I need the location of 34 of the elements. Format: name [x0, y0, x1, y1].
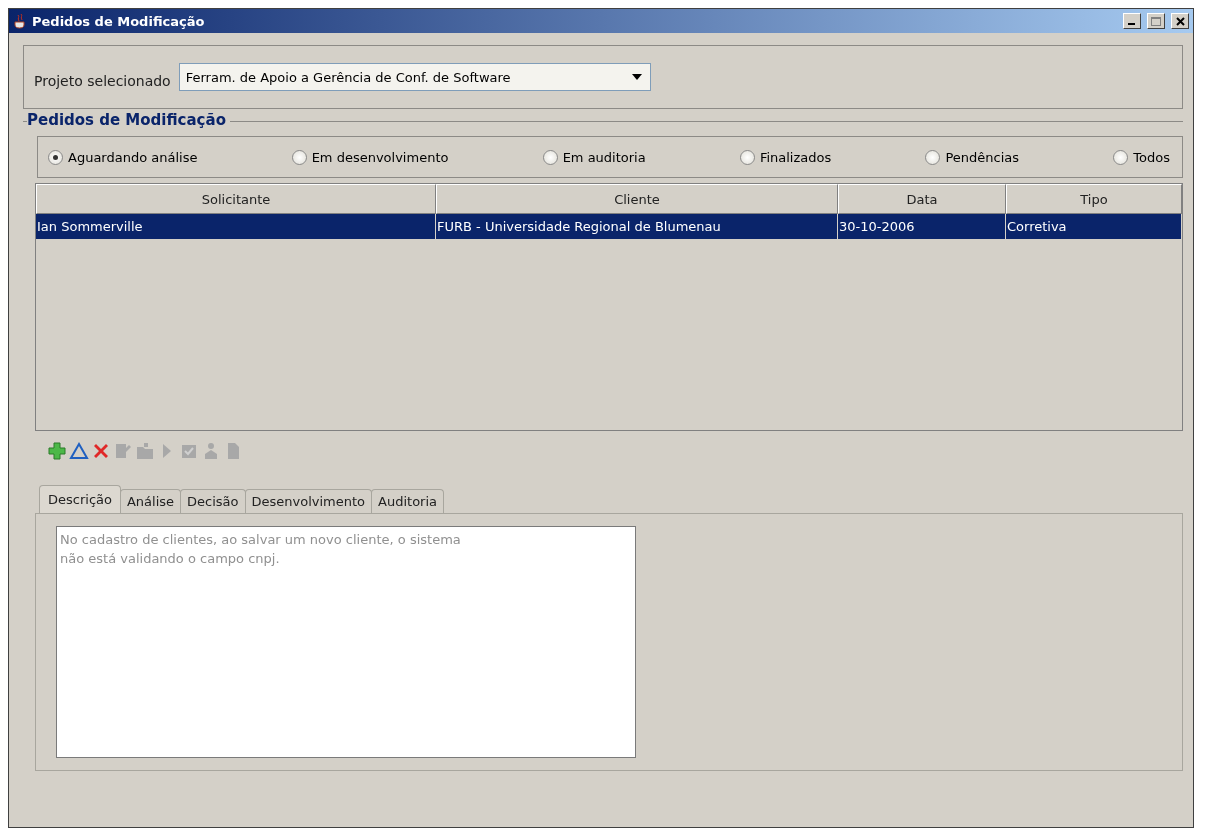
pencil-page-icon	[113, 441, 133, 461]
table-cell: Ian Sommerville	[36, 214, 436, 239]
filter-radio[interactable]: Finalizados	[739, 149, 832, 165]
table-cell: FURB - Universidade Regional de Blumenau	[436, 214, 838, 239]
filter-radio[interactable]: Em desenvolvimento	[291, 149, 449, 165]
maximize-button[interactable]	[1147, 13, 1165, 29]
table-row[interactable]: Ian Sommerville FURB - Universidade Regional de Blumenau 30-10-2006 Corretiva	[36, 214, 1182, 239]
project-label: Projeto selecionado	[34, 73, 171, 89]
tab[interactable]: Descrição	[39, 485, 121, 513]
filter-radio[interactable]: Em auditoria	[542, 149, 646, 165]
close-button[interactable]	[1171, 13, 1189, 29]
caret-icon	[631, 74, 642, 80]
filter-radio[interactable]: Todos	[1113, 149, 1170, 165]
tab[interactable]: Auditoria	[371, 489, 445, 513]
group-title: Pedidos de Modificação	[27, 111, 230, 129]
plus-icon	[47, 441, 67, 461]
coffee-cup-icon	[13, 13, 27, 29]
maximize-icon	[1151, 16, 1161, 26]
close-icon	[1175, 16, 1185, 26]
project-dropdown[interactable]: Ferram. de Apoio a Gerência de Conf. de Software	[178, 63, 651, 91]
minimize-button[interactable]	[1123, 13, 1141, 29]
folder-icon	[135, 441, 155, 461]
column-header[interactable]: Cliente	[436, 184, 838, 214]
table-cell: 30-10-2006	[838, 214, 1006, 239]
edit-button[interactable]	[69, 441, 89, 461]
table-cell: Corretiva	[1006, 214, 1182, 239]
filter-radio[interactable]: Aguardando análise	[48, 149, 198, 165]
window-title: Pedidos de Modificação	[32, 13, 206, 29]
triangle-icon	[69, 441, 89, 461]
column-header[interactable]: Tipo	[1006, 184, 1182, 214]
add-button[interactable]	[47, 441, 67, 461]
column-header[interactable]: Data	[838, 184, 1006, 214]
filter-radio[interactable]: Pendências	[925, 149, 1020, 165]
column-header[interactable]: Solicitante	[36, 184, 436, 214]
